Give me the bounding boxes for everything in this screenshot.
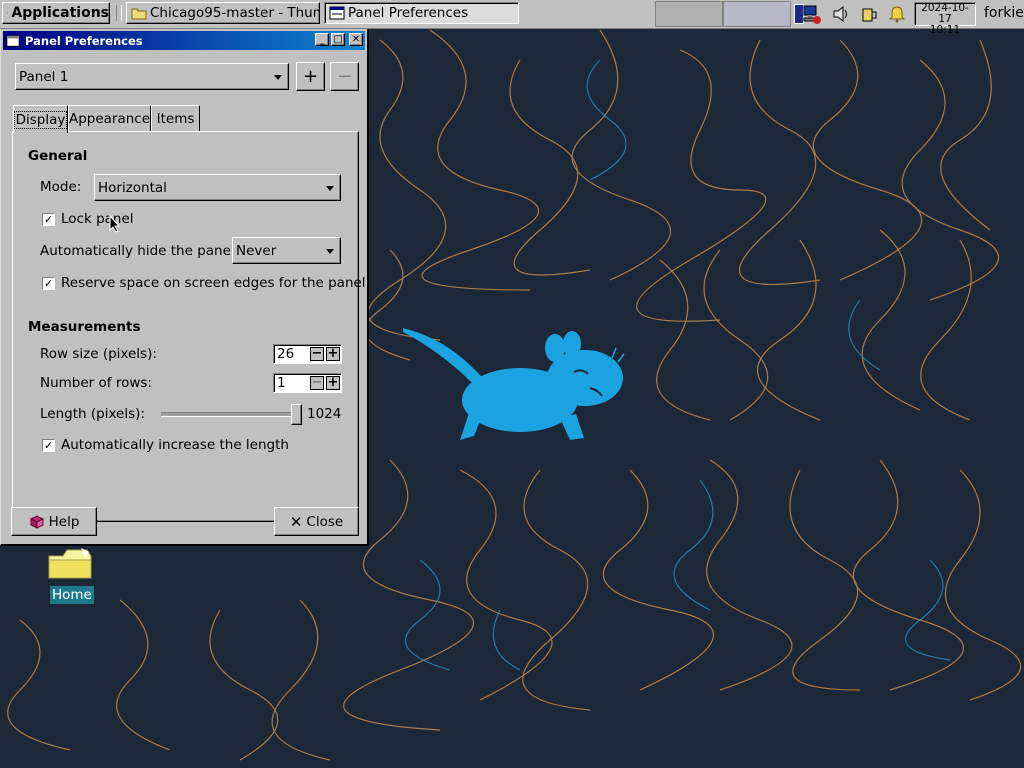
applications-menu-button[interactable]: Applications [2,2,110,24]
clock[interactable]: 2024-10-17 10:11 [914,2,976,36]
applications-menu-icon [7,12,9,14]
length-value: 1024 [307,406,342,422]
network-icon[interactable] [800,3,822,25]
mode-label: Mode: [40,179,82,195]
auto-length-checkbox[interactable]: ✓ [42,439,55,452]
row-size-decrement-button[interactable]: − [310,347,324,361]
length-label: Length (pixels): [40,406,145,422]
applications-label: Applications [11,5,109,21]
volume-icon[interactable] [830,3,852,25]
reserve-space-label[interactable]: Reserve space on screen edges for the pa… [61,275,366,291]
close-button[interactable]: ✕ Close [274,507,359,536]
plus-icon: + [327,375,339,390]
minus-icon: − [311,346,323,361]
help-book-icon [29,514,44,529]
home-icon-label[interactable]: Home [50,586,94,604]
panel-select[interactable]: Panel 1 [15,63,289,90]
rows-label: Number of rows: [40,375,152,391]
maximize-icon: □ [333,34,343,45]
rows-increment-button[interactable]: + [326,376,340,390]
panel-preferences-dialog: Panel Preferences _ □ ✕ Panel 1 + − Disp… [0,28,369,546]
length-slider-track[interactable] [161,412,301,417]
help-button[interactable]: Help [11,507,97,536]
chevron-down-icon [326,185,334,191]
panel-separator [116,5,122,21]
rows-decrement-button[interactable]: − [310,376,324,390]
panel-select-value: Panel 1 [19,68,69,85]
panel-preferences-icon [6,34,20,47]
minimize-button[interactable]: _ [315,33,329,46]
mouse-cursor-icon [109,215,121,233]
minus-icon: − [336,66,353,87]
taskbar-item-panel-preferences[interactable]: Panel Preferences [324,2,519,24]
tab-label: Appearance [68,110,151,127]
tab-items[interactable]: Items [151,105,200,131]
close-window-button[interactable]: ✕ [349,33,363,46]
username-label[interactable]: forkie [984,5,1024,21]
close-icon: ✕ [351,34,361,45]
general-heading: General [28,148,88,164]
dialog-titlebar[interactable]: Panel Preferences _ □ ✕ [3,31,365,50]
row-size-label: Row size (pixels): [40,346,157,362]
xfce-mouse-logo [403,328,623,440]
reserve-space-checkbox[interactable]: ✓ [42,277,55,290]
mode-select-value: Horizontal [98,179,167,196]
minus-icon: − [311,375,323,390]
tab-label: Display [13,110,68,129]
workspace-1[interactable] [655,1,723,27]
remove-panel-button[interactable]: − [330,62,359,91]
row-size-value: 26 [277,346,295,362]
lock-panel-checkbox[interactable]: ✓ [42,213,55,226]
autohide-label: Automatically hide the panel: [40,243,240,259]
add-panel-button[interactable]: + [296,62,325,91]
tab-display[interactable]: Display [13,105,68,133]
top-panel: Applications Chicago95-master - Thunar P… [0,0,1024,36]
row-size-increment-button[interactable]: + [326,347,340,361]
minimize-icon: _ [319,34,325,45]
notification-bell-icon[interactable] [886,3,908,25]
taskbar-item-label: Chicago95-master - Thunar [150,5,320,21]
rows-value: 1 [277,375,286,391]
lock-panel-label[interactable]: Lock panel [61,211,134,227]
length-slider-thumb[interactable] [291,404,302,425]
tab-appearance[interactable]: Appearance [68,105,151,131]
help-button-label: Help [48,513,80,530]
chevron-down-icon [326,248,334,254]
mode-select[interactable]: Horizontal [94,174,341,201]
clock-time: 10:11 [929,24,961,36]
tab-label: Items [156,110,195,127]
panel-preferences-icon [329,6,345,20]
taskbar-item-label: Panel Preferences [348,5,469,21]
clock-date: 2024-10-17 [921,2,969,25]
auto-length-label[interactable]: Automatically increase the length [61,437,289,453]
plus-icon: + [302,66,319,87]
maximize-button[interactable]: □ [331,33,345,46]
close-button-label: Close [306,513,344,530]
workspace-2[interactable] [723,1,804,27]
workspace-switcher[interactable] [655,1,804,27]
checkmark-icon: ✓ [43,277,54,290]
taskbar-item-thunar[interactable]: Chicago95-master - Thunar [126,2,320,24]
checkmark-icon: ✓ [43,213,54,226]
close-icon: ✕ [289,512,303,531]
system-tray [800,3,908,25]
autohide-select-value: Never [236,242,277,259]
dialog-title: Panel Preferences [25,33,143,48]
checkmark-icon: ✓ [43,439,54,452]
measurements-heading: Measurements [28,319,141,335]
home-folder-icon[interactable] [45,546,95,582]
chevron-down-icon [274,74,282,80]
plus-icon: + [327,346,339,361]
power-icon[interactable] [858,3,880,25]
folder-icon [131,8,147,20]
autohide-select[interactable]: Never [232,237,341,264]
